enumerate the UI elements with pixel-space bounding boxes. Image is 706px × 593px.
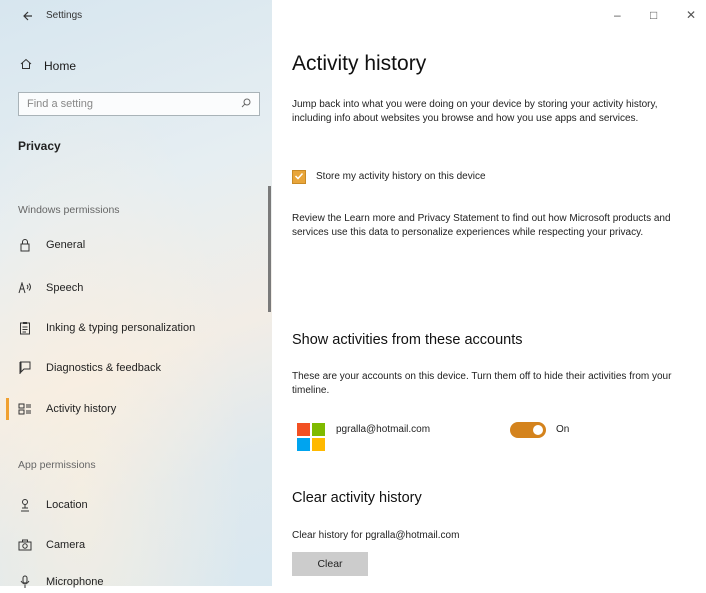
camera-icon (18, 538, 32, 552)
sidebar-item-label: General (46, 239, 86, 251)
ms-logo-yellow (312, 438, 325, 451)
store-history-label: Store my activity history on this device (316, 171, 486, 182)
search-placeholder: Find a setting (27, 98, 94, 110)
account-email: pgralla@hotmail.com (336, 424, 431, 435)
ms-logo-blue (297, 438, 310, 451)
sidebar-item-label: Camera (46, 539, 86, 551)
sidebar-item-label: Speech (46, 282, 84, 294)
sidebar-item-label: Location (46, 499, 88, 511)
home-label: Home (44, 58, 77, 73)
clear-heading: Clear activity history (292, 490, 422, 506)
selected-indicator (6, 398, 9, 420)
store-history-checkbox[interactable] (292, 170, 306, 184)
back-arrow-icon[interactable] (22, 11, 32, 21)
category-title: Privacy (18, 139, 61, 153)
sidebar-item-label: Activity history (46, 403, 117, 415)
location-icon (18, 498, 32, 512)
sidebar-item-home[interactable]: Home (20, 58, 76, 73)
ms-logo-red (297, 423, 310, 436)
toggle-state-label: On (556, 424, 570, 435)
window-title: Settings (46, 10, 83, 21)
sidebar-scrollbar[interactable] (268, 186, 271, 312)
close-button[interactable]: ✕ (686, 8, 696, 22)
toggle-knob (533, 425, 543, 435)
feedback-icon (18, 361, 32, 375)
search-icon (241, 98, 251, 111)
sidebar-item-diagnostics[interactable]: Diagnostics & feedback (18, 357, 161, 379)
privacy-text: Review the Learn more and Privacy Statem… (292, 213, 671, 238)
sidebar-item-camera[interactable]: Camera (18, 534, 85, 556)
home-icon (20, 58, 32, 73)
sidebar-item-microphone[interactable]: Microphone (18, 571, 103, 593)
activity-history-icon (18, 402, 32, 416)
intro-text: Jump back into what you were doing on yo… (292, 99, 658, 124)
page-title: Activity history (292, 52, 427, 75)
microsoft-logo-icon (297, 423, 325, 451)
minimize-button[interactable]: – (614, 8, 621, 22)
sidebar-item-speech[interactable]: Speech (18, 277, 83, 299)
ms-logo-green (312, 423, 325, 436)
accounts-heading: Show activities from these accounts (292, 332, 523, 348)
maximize-button[interactable]: □ (650, 8, 657, 22)
clear-text: Clear history for pgralla@hotmail.com (292, 530, 460, 541)
clear-button[interactable]: Clear (292, 552, 368, 576)
sidebar-item-label: Inking & typing personalization (46, 322, 196, 334)
app-permissions-label: App permissions (18, 459, 96, 471)
windows-permissions-label: Windows permissions (18, 204, 120, 216)
clipboard-icon (18, 321, 32, 335)
sidebar-item-label: Microphone (46, 576, 104, 588)
sidebar-item-activity-history[interactable]: Activity history (18, 398, 116, 420)
speech-icon (18, 281, 32, 295)
search-input[interactable]: Find a setting (18, 92, 260, 116)
sidebar-item-general[interactable]: General (18, 234, 85, 256)
sidebar-item-label: Diagnostics & feedback (46, 362, 161, 374)
sidebar-item-inking[interactable]: Inking & typing personalization (18, 317, 195, 339)
accounts-text: These are your accounts on this device. … (292, 371, 672, 396)
titlebar-left: Settings (22, 10, 82, 21)
lock-icon (18, 238, 32, 252)
checkmark-icon (294, 171, 304, 184)
account-toggle[interactable] (510, 422, 546, 438)
microphone-icon (18, 575, 32, 589)
sidebar-item-location[interactable]: Location (18, 494, 88, 516)
